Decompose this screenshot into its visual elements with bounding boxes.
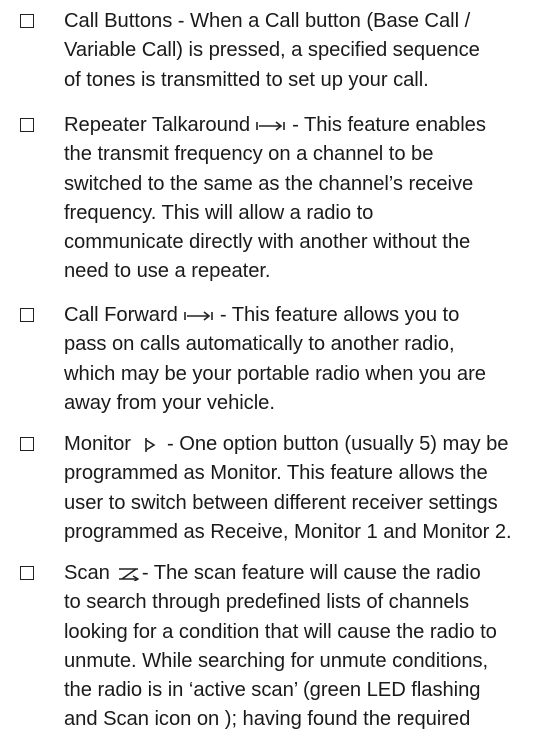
item-line: programmed as Receive, Monitor 1 and Mon… xyxy=(64,520,512,543)
item-line: frequency. This will allow a radio to xyxy=(64,201,374,224)
item-line: the transmit frequency on a channel to b… xyxy=(64,143,434,166)
item-text: Call Buttons - When a Call button (Base … xyxy=(64,7,540,95)
item-line: user to switch between different receive… xyxy=(64,491,498,514)
item-heading-rest: - This feature allows you to xyxy=(219,304,460,326)
item-line: programmed as Monitor. This feature allo… xyxy=(64,462,488,485)
checkbox-icon xyxy=(20,118,34,132)
item-heading: Monitor xyxy=(64,433,131,455)
item-first-line: Monitor - One option button (usually 5) m… xyxy=(64,430,540,459)
item-line: switched to the same as the channel’s re… xyxy=(64,172,474,195)
item-line: communicate directly with another withou… xyxy=(64,231,471,254)
item-heading-rest: - This feature enables xyxy=(292,114,486,136)
item-heading-rest: - One option button (usually 5) may be xyxy=(166,433,509,455)
item-line: unmute. While searching for unmute condi… xyxy=(64,649,489,672)
item-first-line: Scan - The scan feature will cause the ra… xyxy=(64,559,540,588)
item-line: Call Buttons - When a Call button (Base … xyxy=(64,10,471,32)
checkbox-icon xyxy=(20,437,34,451)
monitor-icon xyxy=(143,437,157,453)
item-heading: Scan xyxy=(64,562,110,584)
checkbox-icon xyxy=(20,308,34,322)
item-first-line: Call Forward - This feature allows you to xyxy=(64,301,540,330)
item-heading: Repeater Talkaround xyxy=(64,114,251,136)
item-line: and Scan icon on ); having found the req… xyxy=(64,708,471,731)
item-line: which may be your portable radio when yo… xyxy=(64,362,486,385)
item-heading-rest: - The scan feature will cause the radio xyxy=(141,562,481,584)
checkbox-icon xyxy=(20,566,34,580)
item-line: the radio is in ‘active scan’ (green LED… xyxy=(64,679,481,702)
item-line: of tones is transmitted to set up your c… xyxy=(64,68,429,91)
talkaround-arrow-icon xyxy=(256,120,286,132)
item-line: pass on calls automatically to another r… xyxy=(64,333,455,356)
item-line: to search through predefined lists of ch… xyxy=(64,591,470,614)
item-text: Repeater Talkaround - This feature enable… xyxy=(64,111,540,287)
item-line: need to use a repeater. xyxy=(64,260,271,283)
manual-page: Call Buttons - When a Call button (Base … xyxy=(0,0,549,730)
item-text: Monitor - One option button (usually 5) m… xyxy=(64,430,540,547)
item-line: looking for a condition that will cause … xyxy=(64,620,497,643)
call-forward-arrow-icon xyxy=(184,310,214,322)
item-first-line: Repeater Talkaround - This feature enable… xyxy=(64,111,540,140)
checkbox-icon xyxy=(20,14,34,28)
item-text: Scan - The scan feature will cause the ra… xyxy=(64,559,540,735)
item-line: Variable Call) is pressed, a specified s… xyxy=(64,39,480,62)
item-line: away from your vehicle. xyxy=(64,391,275,414)
item-text: Call Forward - This feature allows you to… xyxy=(64,301,540,418)
scan-icon xyxy=(118,567,140,581)
item-heading: Call Forward xyxy=(64,304,178,326)
